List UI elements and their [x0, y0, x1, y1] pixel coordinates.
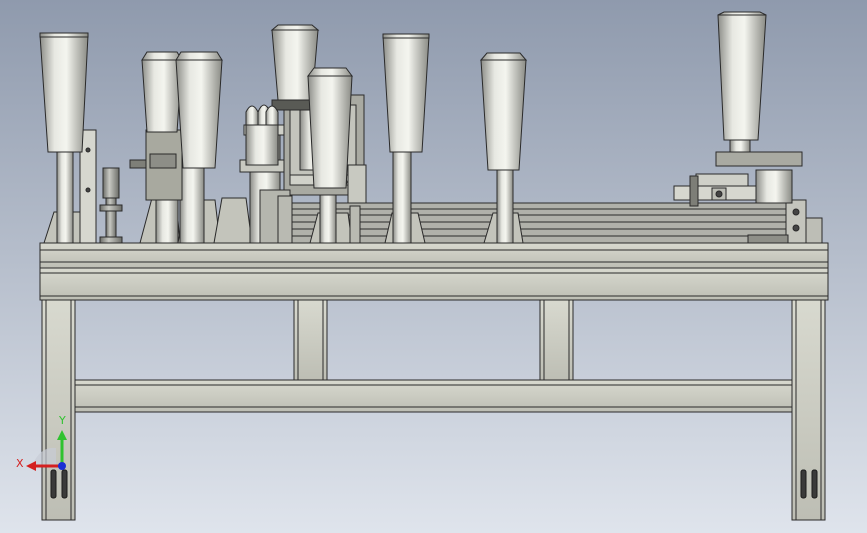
- leg-mid-right: [539, 299, 574, 381]
- triad-x-label: X: [16, 457, 24, 470]
- cad-viewport[interactable]: Y X: [0, 0, 867, 533]
- leg-right: [791, 299, 826, 521]
- leg-left: [41, 299, 76, 521]
- dome-nozzles: [245, 104, 279, 166]
- leg-mid-left: [293, 299, 328, 381]
- assembly-model[interactable]: [0, 0, 867, 533]
- table-plate: [39, 242, 829, 269]
- linear-rail: [289, 199, 823, 244]
- triad-y-label: Y: [59, 414, 66, 427]
